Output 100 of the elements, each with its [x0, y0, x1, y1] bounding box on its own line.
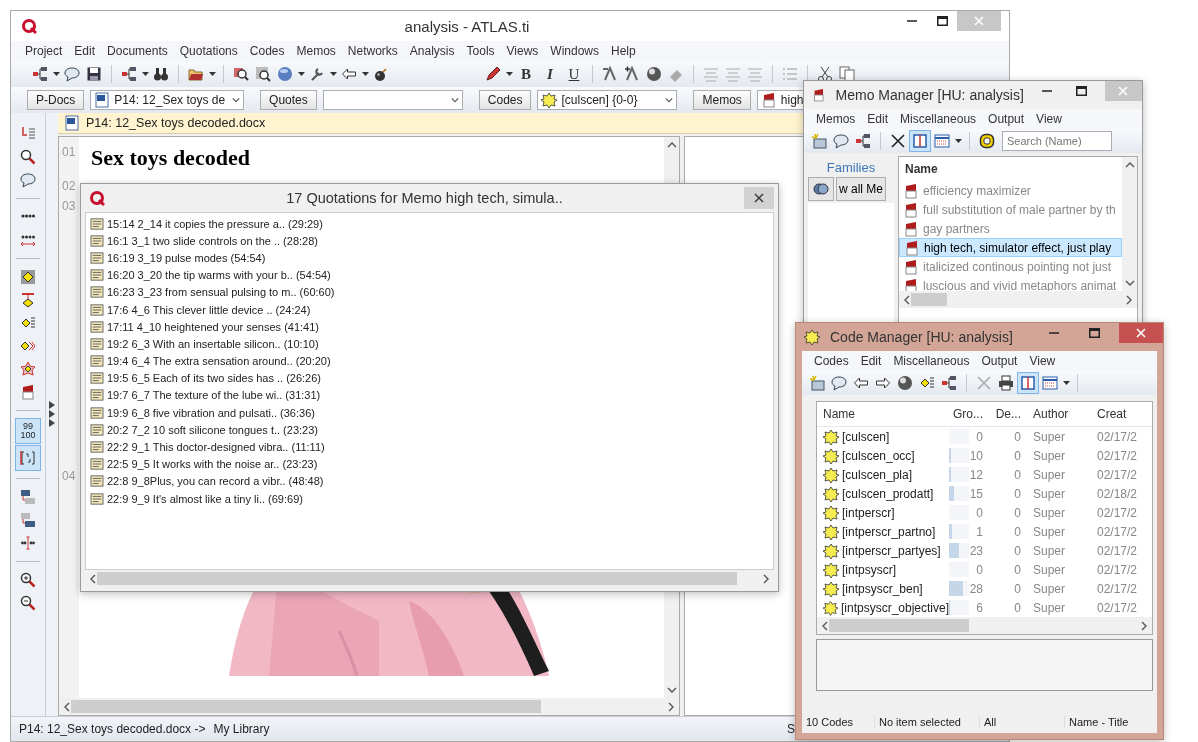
table-cell-text: 0 — [1013, 581, 1022, 596]
quotation-item[interactable]: 19:5 6_5 Each of its two sides has .. (26:26) — [86, 369, 773, 387]
table-cell-text: 02/17/2 — [1096, 581, 1138, 596]
menu-item[interactable]: Analysis — [403, 44, 461, 58]
table-cell: 28 — [969, 581, 983, 596]
selector-button[interactable]: Quotes — [260, 90, 317, 110]
menu-item[interactable]: Documents — [101, 44, 174, 58]
table-cell-text: 02/17/2 — [1096, 429, 1138, 444]
table-cell-text: 02/17/2 — [1096, 505, 1138, 520]
table-cell: 1 — [976, 524, 983, 539]
quotation-item[interactable]: 17:11 4_10 heightened your senses (41:41) — [86, 318, 773, 336]
memo-item[interactable]: gay partners — [899, 219, 1122, 238]
selector-button[interactable]: P-Docs — [27, 90, 85, 110]
menu-item[interactable]: Miscellaneous — [894, 112, 983, 126]
quotation-item[interactable]: 22:2 9_1 This doctor-designed vibra.. (11:11) — [86, 438, 773, 456]
quotation-item[interactable]: 19:7 6_7 The texture of the lube wi.. (31:31) — [86, 386, 773, 405]
column-header[interactable]: Creat — [1089, 407, 1127, 421]
menu-item[interactable]: Quotations — [173, 44, 244, 58]
line-count-toggle[interactable]: 99 100 — [15, 418, 41, 444]
column-header[interactable]: Author — [1027, 407, 1089, 421]
quotation-item[interactable]: 19:9 6_8 five vibration and pulsati.. (36:36) — [86, 404, 773, 422]
quotation-item[interactable]: 17:6 4_6 This clever little device .. (24:24) — [86, 300, 773, 319]
table-cell-text: Super — [1032, 467, 1067, 482]
status-text: Name - Title — [1068, 716, 1130, 728]
selector-button[interactable]: Memos — [693, 90, 751, 110]
code-name: [intpsyscr] — [842, 562, 896, 577]
line-number: 01 — [59, 137, 79, 179]
dropdown-field[interactable]: P14: 12_Sex toys de — [90, 90, 245, 110]
menu-item[interactable]: Memos — [810, 112, 862, 126]
show-all-button[interactable]: w all Me — [836, 177, 886, 201]
search-field[interactable]: Search (Name) — [1002, 131, 1112, 151]
menu-item[interactable]: View — [1023, 354, 1062, 368]
quotation-item[interactable]: 20:2 7_2 10 soft silicone tongues t.. (23:23) — [86, 421, 773, 439]
quotation-item[interactable]: 19:4 6_4 The extra sensation around.. (20:20) — [86, 352, 773, 370]
quotation-item[interactable]: 16:1 3_1 two slide controls on the .. (28:28) — [86, 232, 773, 250]
code-name: [culscen] — [842, 429, 890, 444]
menu-item[interactable]: Project — [19, 44, 69, 58]
code-name: [culscen_occ] — [842, 448, 915, 463]
table-cell-text: 02/17/2 — [1096, 600, 1138, 615]
format-button[interactable]: U — [562, 63, 586, 85]
table-cell-text: Super — [1032, 543, 1067, 558]
quotation-item[interactable]: 22:9 9_9 It's almost like a tiny li.. (69:69) — [86, 490, 773, 508]
table-cell: 0 — [976, 505, 983, 520]
table-cell-text: 0 — [1013, 486, 1022, 501]
selector-button[interactable]: Codes — [478, 90, 532, 110]
status-text: All — [980, 716, 1065, 728]
menu-item[interactable]: Tools — [460, 44, 501, 58]
window-title: 17 Quotations for Memo high tech, simula.. — [285, 190, 564, 206]
memo-item[interactable]: italicized continous pointing not just — [899, 257, 1122, 276]
table-cell-text: 02/18/2 — [1096, 486, 1138, 501]
memo-item[interactable]: full substitution of male partner by th — [899, 200, 1122, 219]
status-text: P14: 12_Sex toys decoded.docx -> — [19, 722, 206, 736]
table-cell: 12 — [969, 467, 983, 482]
quotation-item[interactable]: 16:20 3_20 the tip warms with your b.. (54:54) — [86, 266, 773, 284]
menu-item[interactable]: Edit — [861, 112, 895, 126]
table-cell-text: 0 — [1013, 429, 1022, 444]
format-button[interactable]: I — [538, 63, 562, 85]
table-cell-text: Super — [1032, 562, 1067, 577]
table-cell-text: Super — [1032, 505, 1067, 520]
menu-item[interactable]: Output — [975, 354, 1024, 368]
quotation-item[interactable]: 22:8 9_8Plus, you can record a vibr.. (48:48) — [86, 472, 773, 490]
column-header[interactable]: Gro... — [949, 407, 989, 421]
quotation-item[interactable]: 16:19 3_19 pulse modes (54:54) — [86, 249, 773, 267]
quotation-item[interactable]: 19:2 6_3 With an insertable silicon.. (10:10) — [86, 335, 773, 353]
quotation-item[interactable]: 15:14 2_14 it copies the pressure a.. (29:29) — [86, 215, 773, 233]
memo-item[interactable]: high tech, simulator effect, just play — [899, 238, 1122, 257]
column-header[interactable]: Name — [817, 407, 949, 421]
menu-item[interactable]: Edit — [854, 354, 888, 368]
status-text: 10 Codes — [802, 716, 875, 728]
menu-item[interactable]: Codes — [808, 354, 855, 368]
menu-item[interactable]: Networks — [341, 44, 404, 58]
menu-item[interactable]: Codes — [243, 44, 291, 58]
families-label: Families — [808, 156, 894, 177]
menu-item[interactable]: Edit — [68, 44, 102, 58]
memo-item[interactable]: efficiency maximizer — [899, 181, 1122, 200]
quotation-item[interactable]: 22:5 9_5 It works with the noise ar.. (23:23) — [86, 455, 773, 473]
menu-item[interactable]: View — [1030, 112, 1068, 126]
column-header[interactable]: De... — [989, 407, 1027, 421]
table-cell: 0 — [976, 429, 983, 444]
line-number: 02 — [59, 179, 79, 199]
menu-item[interactable]: Miscellaneous — [887, 354, 976, 368]
table-cell-text: 02/17/2 — [1096, 562, 1138, 577]
code-name: [intpsyscr_ben] — [842, 581, 923, 596]
window-title: Code Manager [HU: analysis] — [830, 329, 1014, 345]
status-text: No item selected — [875, 716, 980, 728]
quotation-item[interactable]: 16:23 3_23 from sensual pulsing to m.. (60:60) — [86, 283, 773, 301]
column-header[interactable]: Name — [899, 157, 1122, 181]
line-number: 03 — [59, 199, 79, 461]
table-cell-text: Super — [1032, 448, 1067, 463]
menu-item[interactable]: Help — [605, 44, 642, 58]
code-name: [culscen_pla] — [842, 467, 913, 482]
table-cell-text: Super — [1032, 600, 1067, 615]
table-cell-text: 02/17/2 — [1096, 448, 1138, 463]
menu-item[interactable]: Views — [500, 44, 545, 58]
table-cell-text: 0 — [1013, 543, 1022, 558]
dropdown-field[interactable]: [culscen] {0-0} — [537, 90, 678, 110]
code-name: [intperscr_partyes] — [842, 543, 941, 558]
menu-item[interactable]: Windows — [544, 44, 606, 58]
menu-item[interactable]: Memos — [290, 44, 342, 58]
format-button[interactable]: B — [514, 63, 538, 85]
